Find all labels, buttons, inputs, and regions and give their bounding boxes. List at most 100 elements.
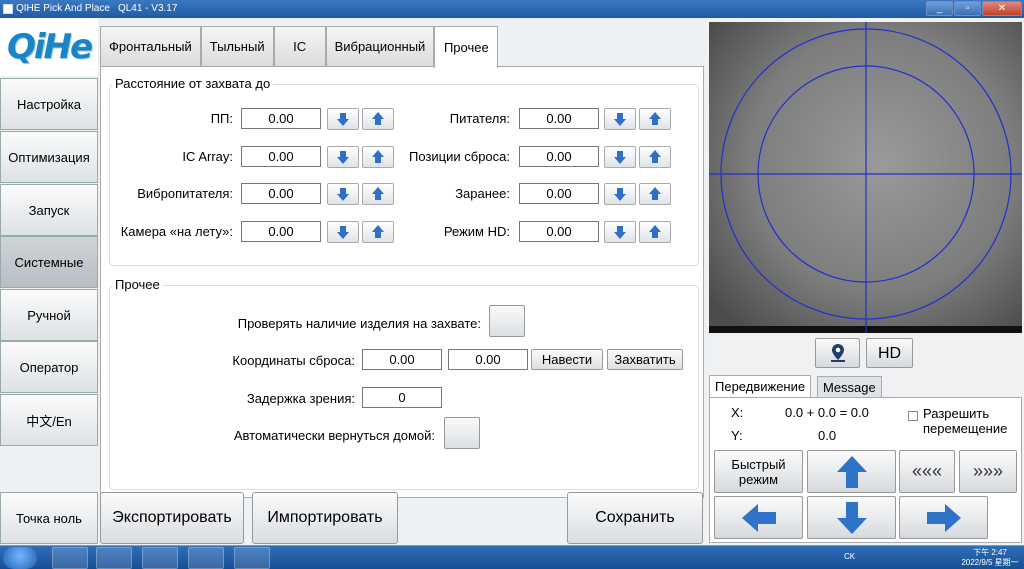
capture-button[interactable]: Захватить — [607, 349, 683, 370]
close-button[interactable]: ✕ — [982, 1, 1022, 16]
feeder-input[interactable]: 0.00 — [519, 108, 599, 129]
feeder-down-button[interactable] — [604, 108, 636, 130]
pcb-label: ПП: — [210, 111, 233, 126]
move-right-button[interactable] — [899, 496, 988, 539]
minimize-button[interactable]: _ — [926, 1, 953, 16]
y-value: 0.0 — [818, 428, 837, 443]
advance-input[interactable]: 0.00 — [519, 183, 599, 204]
allow-move-checkbox[interactable] — [908, 411, 918, 421]
location-button[interactable] — [815, 338, 860, 368]
sidebar-item-setup[interactable]: Настройка — [0, 78, 98, 130]
move-up-button[interactable] — [807, 450, 896, 493]
advance-up-button[interactable] — [639, 183, 671, 205]
arrow-up-icon — [372, 150, 384, 163]
system-tray: CK — [844, 552, 855, 561]
sidebar-item-manual[interactable]: Ручной — [0, 289, 98, 341]
check-part-label: Проверять наличие изделия на захвате: — [237, 316, 481, 331]
x-value: 0.0 + 0.0 = 0.0 — [785, 405, 869, 420]
hd-button[interactable]: HD — [866, 338, 913, 368]
sidebar-item-optimization[interactable]: Оптимизация — [0, 131, 98, 183]
sidebar-item-run[interactable]: Запуск — [0, 184, 98, 236]
pcb-down-button[interactable] — [327, 108, 359, 130]
tab-other[interactable]: Прочее — [434, 26, 499, 68]
language-indicator[interactable]: CK — [844, 552, 855, 561]
ic-array-input[interactable]: 0.00 — [241, 146, 321, 167]
app-taskbar-icon[interactable] — [188, 547, 224, 569]
tab-front[interactable]: Фронтальный — [100, 26, 201, 66]
arrow-up-icon — [649, 150, 661, 163]
tab-vibration[interactable]: Вибрационный — [325, 26, 435, 66]
move-down-button[interactable] — [807, 496, 896, 539]
vision-delay-input[interactable]: 0 — [362, 387, 442, 408]
hd-mode-input[interactable]: 0.00 — [519, 221, 599, 242]
zero-point-button[interactable]: Точка ноль — [0, 492, 98, 544]
arrow-left-icon — [741, 503, 776, 532]
drop-position-down-button[interactable] — [604, 146, 636, 168]
save-button[interactable]: Сохранить — [567, 492, 703, 544]
fly-camera-down-button[interactable] — [327, 221, 359, 243]
pcb-up-button[interactable] — [362, 108, 394, 130]
vibro-feeder-label: Вибропитателя: — [137, 186, 233, 201]
tab-rear[interactable]: Тыльный — [200, 26, 274, 66]
arrow-up-icon — [372, 187, 384, 200]
advance-label: Заранее: — [455, 186, 510, 201]
qihe-logo: QiHe — [0, 18, 98, 76]
arrow-down-icon — [614, 113, 626, 126]
vision-delay-label: Задержка зрения: — [246, 391, 355, 406]
export-button[interactable]: Экспортировать — [100, 492, 244, 544]
start-button[interactable] — [3, 547, 37, 569]
fly-camera-up-button[interactable] — [362, 221, 394, 243]
maximize-button[interactable]: ▫ — [954, 1, 981, 16]
sidebar-item-system[interactable]: Системные — [0, 236, 98, 288]
tab-ic[interactable]: IC — [273, 26, 326, 66]
pcb-input[interactable]: 0.00 — [241, 108, 321, 129]
tab-message[interactable]: Message — [817, 376, 882, 398]
arrow-down-icon — [337, 188, 349, 201]
hd-mode-up-button[interactable] — [639, 221, 671, 243]
map-pin-icon — [830, 344, 845, 362]
vibro-feeder-input[interactable]: 0.00 — [241, 183, 321, 204]
auto-home-toggle[interactable] — [444, 417, 480, 449]
drop-position-label: Позиции сброса: — [409, 149, 510, 164]
other-group-title: Прочее — [112, 277, 163, 292]
sidebar-item-language[interactable]: 中文/En — [0, 394, 98, 446]
feeder-up-button[interactable] — [639, 108, 671, 130]
drop-position-input[interactable]: 0.00 — [519, 146, 599, 167]
import-button[interactable]: Импортировать — [252, 492, 398, 544]
ic-array-down-button[interactable] — [327, 146, 359, 168]
move-left-button[interactable] — [714, 496, 803, 539]
arrow-up-icon — [649, 225, 661, 238]
drop-x-input[interactable]: 0.00 — [362, 349, 442, 370]
settings-tabs: Фронтальный Тыльный IC Вибрационный Проч… — [100, 26, 499, 68]
goto-button[interactable]: Навести — [531, 349, 603, 370]
clock[interactable]: 下午 2:47 2022/9/5 星期一 — [960, 548, 1020, 568]
advance-down-button[interactable] — [604, 183, 636, 205]
drop-position-up-button[interactable] — [639, 146, 671, 168]
window-title: QIHE Pick And Place — [16, 3, 110, 14]
x-label: X: — [731, 405, 744, 420]
arrow-down-icon — [836, 501, 867, 534]
media-player-taskbar-icon[interactable] — [96, 547, 132, 569]
ic-array-up-button[interactable] — [362, 146, 394, 168]
explorer-taskbar-icon[interactable] — [52, 547, 88, 569]
vibro-feeder-up-button[interactable] — [362, 183, 394, 205]
ie-taskbar-icon[interactable] — [142, 547, 178, 569]
drop-y-input[interactable]: 0.00 — [448, 349, 528, 370]
tab-movement[interactable]: Передвижение — [709, 375, 812, 397]
feeder-label: Питателя: — [449, 111, 510, 126]
app-window: QiHe Настройка Оптимизация Запуск Систем… — [0, 18, 1024, 545]
paint-taskbar-icon[interactable] — [234, 547, 270, 569]
hd-mode-down-button[interactable] — [604, 221, 636, 243]
app-icon — [3, 4, 13, 14]
vibro-feeder-down-button[interactable] — [327, 183, 359, 205]
allow-move-label: Разрешить перемещение — [923, 406, 1008, 436]
forward-button[interactable]: »»» — [959, 450, 1017, 493]
fly-camera-input[interactable]: 0.00 — [241, 221, 321, 242]
hd-mode-label: Режим HD: — [443, 224, 510, 239]
sidebar-item-operator[interactable]: Оператор — [0, 341, 98, 393]
fast-mode-button[interactable]: Быстрый режим — [714, 450, 803, 493]
check-part-toggle[interactable] — [489, 305, 525, 337]
arrow-up-icon — [649, 112, 661, 125]
rewind-button[interactable]: ««« — [899, 450, 955, 493]
arrow-right-icon — [926, 503, 961, 532]
